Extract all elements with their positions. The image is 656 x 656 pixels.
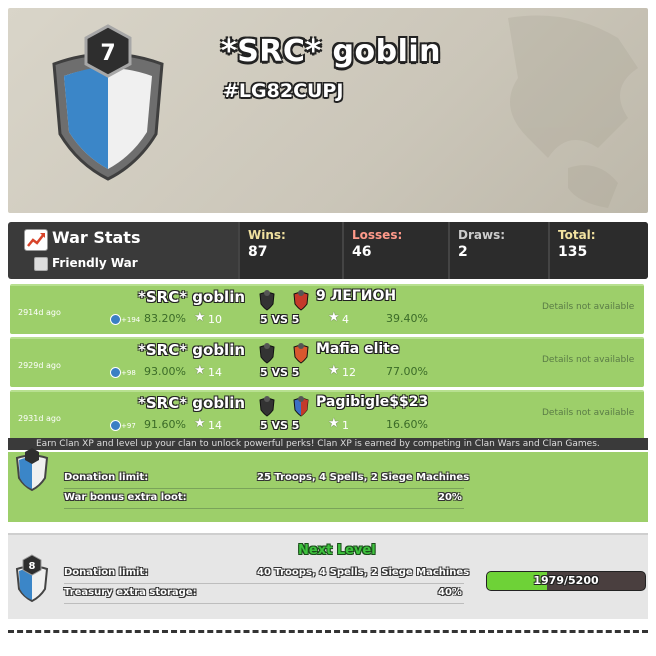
own-stars: 14 [208,419,222,432]
clan-xp-gained: +98 [121,369,136,377]
war-log-row[interactable]: 2929d ago *SRC* goblin Mafia elite +98 9… [10,337,644,387]
clan-badge-icon: 7 [52,24,164,181]
clan-xp-icon [110,314,121,325]
clan-tag[interactable]: #LG82CUPJ [223,80,343,102]
draws-value: 2 [458,244,468,260]
war-time-ago: 2914d ago [18,308,61,317]
draws-stat: Draws: 2 [448,222,548,279]
opponent-destruction-pct: 39.40% [386,312,428,325]
war-log-row[interactable]: 2931d ago *SRC* goblin Pagibigle$$23 +97… [10,390,644,440]
war-stats-title: War Stats [52,228,141,247]
war-time-ago: 2929d ago [18,361,61,370]
next-level-title: Next Level [298,543,376,558]
war-stats-chart-icon [24,229,48,251]
world-map-decoration [508,15,638,208]
clan-xp-icon [110,367,121,378]
opponent-clan-name: Mafia elite [316,341,400,357]
clan-xp-gained: +194 [121,316,141,324]
treasury-storage-value: 40% [438,587,462,598]
divider [64,603,464,604]
war-stats-bar: War Stats Friendly War Wins: 87 Losses: … [8,222,648,279]
star-icon: ★ [328,363,340,378]
star-icon: ★ [194,416,206,431]
own-clan-name: *SRC* goblin [138,288,246,306]
current-level-perks: Donation limit: 25 Troops, 4 Spells, 2 S… [8,448,648,522]
own-clan-badge-icon [259,343,275,364]
clan-perks-intro-bar: Earn Clan XP and level up your clan to u… [8,438,648,450]
details-status: Details not available [542,302,635,312]
opponent-destruction-pct: 16.60% [386,418,428,431]
next-donation-limit-label: Donation limit: [64,567,149,578]
star-icon: ★ [194,363,206,378]
donation-limit-label: Donation limit: [64,472,149,483]
losses-stat: Losses: 46 [342,222,448,279]
own-destruction-pct: 91.60% [144,418,186,431]
opponent-stars: 4 [342,313,349,326]
own-destruction-pct: 93.00% [144,365,186,378]
friendly-war-checkbox[interactable] [34,257,48,271]
treasury-storage-label: Treasury extra storage: [64,587,197,598]
war-bonus-value: 20% [438,492,462,503]
clan-xp-gained: +97 [121,422,136,430]
next-level-badge-icon: 8 [15,554,49,603]
donation-limit-value: 25 Troops, 4 Spells, 2 Siege Machines [257,472,470,483]
next-level-number: 8 [29,561,36,572]
war-log-row[interactable]: 2914d ago *SRC* goblin 9 ЛЕГИОН +194 83.… [10,284,644,334]
star-icon: ★ [194,310,206,325]
wins-value: 87 [248,244,268,260]
war-size: 5 VS 5 [260,366,300,379]
opponent-clan-name: 9 ЛЕГИОН [316,288,397,304]
bottom-divider [8,630,648,633]
own-stars: 14 [208,366,222,379]
next-donation-limit-value: 40 Troops, 4 Spells, 2 Siege Machines [257,567,470,578]
star-icon: ★ [328,416,340,431]
war-size: 5 VS 5 [260,313,300,326]
clan-name: *SRC* goblin [221,34,442,69]
own-stars: 10 [208,313,222,326]
opponent-clan-badge-icon [293,396,309,417]
total-stat: Total: 135 [548,222,648,279]
losses-label: Losses: [352,228,403,242]
details-status: Details not available [542,408,635,418]
star-icon: ★ [328,310,340,325]
friendly-war-label: Friendly War [52,256,138,270]
clan-header: 7 *SRC* goblin #LG82CUPJ [8,8,648,213]
clan-xp-progress-text: 1979/5200 [533,574,599,587]
clan-perks-intro: Earn Clan XP and level up your clan to u… [36,439,600,449]
opponent-clan-badge-icon [293,290,309,311]
clan-xp-icon [110,420,121,431]
opponent-stars: 1 [342,419,349,432]
war-time-ago: 2931d ago [18,414,61,423]
opponent-clan-badge-icon [293,343,309,364]
own-clan-badge-icon [259,290,275,311]
opponent-stars: 12 [342,366,356,379]
opponent-clan-name: Pagibigle$$23 [316,394,429,410]
wins-label: Wins: [248,228,286,242]
divider [64,488,464,489]
divider [64,583,464,584]
wins-stat: Wins: 87 [238,222,342,279]
own-destruction-pct: 83.20% [144,312,186,325]
own-clan-name: *SRC* goblin [138,341,246,359]
details-status: Details not available [542,355,635,365]
total-label: Total: [558,228,596,242]
current-level-badge-icon [15,448,49,492]
losses-value: 46 [352,244,372,260]
clan-xp-progress-bar: 1979/5200 [486,571,646,591]
next-level-perks: Next Level 8 Donation limit: 40 Troops, … [8,533,648,619]
war-bonus-label: War bonus extra loot: [64,492,187,503]
war-size: 5 VS 5 [260,419,300,432]
divider [64,508,464,509]
clan-level: 7 [100,41,115,66]
own-clan-name: *SRC* goblin [138,394,246,412]
total-value: 135 [558,244,588,260]
opponent-destruction-pct: 77.00% [386,365,428,378]
draws-label: Draws: [458,228,506,242]
own-clan-badge-icon [259,396,275,417]
